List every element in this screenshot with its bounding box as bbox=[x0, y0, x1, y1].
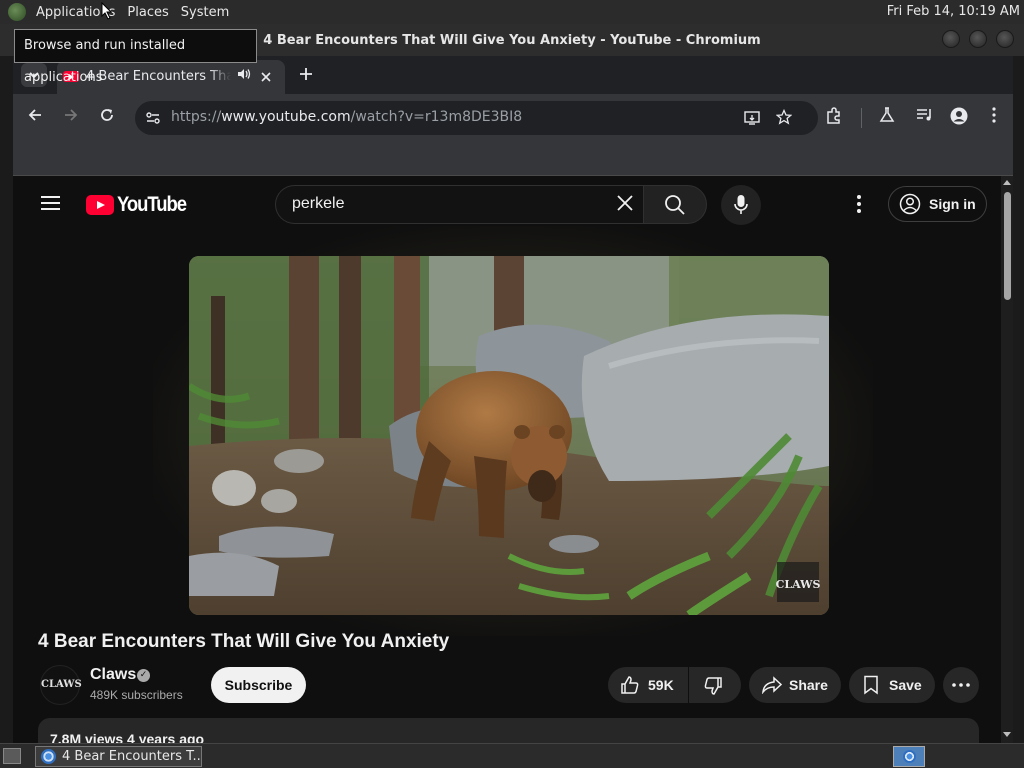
youtube-logo-text: YouTube bbox=[117, 193, 187, 216]
install-app-icon[interactable] bbox=[744, 110, 762, 130]
settings-more-icon[interactable] bbox=[856, 194, 862, 214]
taskbar: 4 Bear Encounters T... bbox=[0, 743, 1024, 768]
window-title: 4 Bear Encounters That Will Give You Anx… bbox=[263, 33, 761, 48]
browser-menu-icon[interactable] bbox=[992, 107, 996, 128]
video-title: 4 Bear Encounters That Will Give You Anx… bbox=[38, 631, 450, 652]
save-label: Save bbox=[889, 677, 922, 693]
share-button[interactable]: Share bbox=[749, 667, 841, 703]
view-count-date: 7.8M views 4 years ago bbox=[50, 731, 205, 743]
taskbar-window-label: 4 Bear Encounters T... bbox=[62, 749, 202, 764]
share-label: Share bbox=[789, 677, 828, 693]
subscribe-button[interactable]: Subscribe bbox=[211, 667, 306, 703]
forward-button[interactable] bbox=[63, 107, 79, 128]
save-button[interactable]: Save bbox=[849, 667, 935, 703]
claws-watermark: CLAWS bbox=[776, 578, 821, 591]
maximize-button[interactable] bbox=[969, 30, 987, 48]
plus-icon bbox=[300, 68, 312, 80]
browser-toolbar: https://www.youtube.com/watch?v=r13m8DE3… bbox=[13, 94, 1013, 142]
show-desktop-button[interactable] bbox=[3, 748, 21, 764]
profile-avatar-icon[interactable] bbox=[950, 107, 968, 130]
clock[interactable]: Fri Feb 14, 10:19 AM bbox=[887, 4, 1020, 19]
dislike-button[interactable] bbox=[689, 667, 741, 703]
clear-search-icon[interactable] bbox=[615, 193, 637, 215]
more-horizontal-icon bbox=[952, 683, 970, 687]
scrollbar-thumb[interactable] bbox=[1004, 192, 1011, 300]
channel-avatar[interactable]: CLAWS bbox=[40, 665, 82, 705]
arrow-right-icon bbox=[65, 109, 78, 121]
new-tab-button[interactable] bbox=[299, 63, 313, 85]
extensions-icon[interactable] bbox=[825, 107, 843, 130]
tooltip: Browse and run installed applications bbox=[14, 29, 257, 85]
url-path: /watch?v=r13m8DE3BI8 bbox=[350, 109, 523, 125]
search-box[interactable] bbox=[275, 185, 643, 224]
youtube-logo[interactable]: YouTube bbox=[86, 193, 195, 217]
like-count: 59K bbox=[648, 677, 674, 693]
tab-close-icon[interactable] bbox=[260, 67, 272, 87]
applications-logo-icon[interactable] bbox=[8, 3, 26, 21]
youtube-play-logo-icon bbox=[86, 195, 114, 215]
page-scrollbar[interactable] bbox=[1001, 176, 1013, 743]
video-frame-bear-scene: CLAWS bbox=[189, 256, 829, 615]
arrow-left-icon bbox=[28, 109, 41, 121]
bookmark-star-icon[interactable] bbox=[775, 108, 793, 129]
reload-icon bbox=[101, 109, 113, 121]
tab-title: 4 Bear Encounters That Will Give You Anx… bbox=[86, 69, 231, 84]
workspace-switcher[interactable] bbox=[893, 746, 925, 767]
taskbar-window-item[interactable]: 4 Bear Encounters T... bbox=[35, 746, 202, 767]
sign-in-button[interactable]: Sign in bbox=[888, 186, 987, 222]
channel-name[interactable]: Claws bbox=[90, 666, 136, 684]
media-controls-icon[interactable] bbox=[916, 107, 934, 128]
scroll-down-arrow-icon[interactable] bbox=[1003, 732, 1011, 737]
system-menu[interactable]: System bbox=[175, 0, 235, 24]
back-button[interactable] bbox=[27, 107, 43, 128]
verified-badge-icon: ✓ bbox=[137, 669, 150, 682]
audio-playing-icon[interactable] bbox=[237, 68, 251, 83]
video-player[interactable]: CLAWS bbox=[189, 256, 829, 615]
chromium-icon bbox=[41, 749, 56, 764]
labs-icon[interactable] bbox=[879, 107, 895, 128]
hamburger-menu-icon[interactable] bbox=[41, 196, 60, 210]
top-panel: Applications Places System Fri Feb 14, 1… bbox=[0, 0, 1024, 24]
microphone-icon bbox=[734, 195, 748, 214]
search-icon bbox=[665, 195, 685, 215]
bookmark-bar bbox=[13, 142, 1013, 176]
description-box[interactable]: 7.8M views 4 years ago bbox=[38, 718, 979, 743]
close-window-button[interactable] bbox=[996, 30, 1014, 48]
thumbs-up-icon bbox=[621, 676, 639, 694]
scroll-up-arrow-icon[interactable] bbox=[1003, 180, 1011, 185]
voice-search-button[interactable] bbox=[721, 185, 761, 225]
subscriber-count: 489K subscribers bbox=[90, 688, 183, 702]
site-settings-icon[interactable] bbox=[145, 110, 161, 130]
toolbar-divider bbox=[861, 108, 862, 128]
reload-button[interactable] bbox=[99, 107, 115, 128]
sign-in-label: Sign in bbox=[929, 196, 976, 212]
share-arrow-icon bbox=[762, 676, 783, 694]
minimize-button[interactable] bbox=[942, 30, 960, 48]
bookmark-icon bbox=[864, 675, 878, 695]
search-button[interactable] bbox=[643, 185, 707, 224]
address-bar[interactable]: https://www.youtube.com/watch?v=r13m8DE3… bbox=[135, 101, 818, 135]
more-actions-button[interactable] bbox=[943, 667, 979, 703]
mouse-cursor-icon bbox=[101, 2, 113, 20]
like-button[interactable]: 59K bbox=[608, 667, 688, 703]
url-scheme: https:// bbox=[171, 109, 222, 125]
search-input[interactable] bbox=[292, 195, 592, 213]
url-host: www.youtube.com bbox=[221, 109, 351, 125]
account-circle-icon bbox=[899, 193, 921, 215]
places-menu[interactable]: Places bbox=[121, 0, 174, 24]
url-text[interactable]: https://www.youtube.com/watch?v=r13m8DE3… bbox=[171, 109, 522, 125]
thumbs-down-icon bbox=[704, 677, 722, 695]
youtube-page: YouTube Sign in bbox=[13, 176, 1013, 743]
